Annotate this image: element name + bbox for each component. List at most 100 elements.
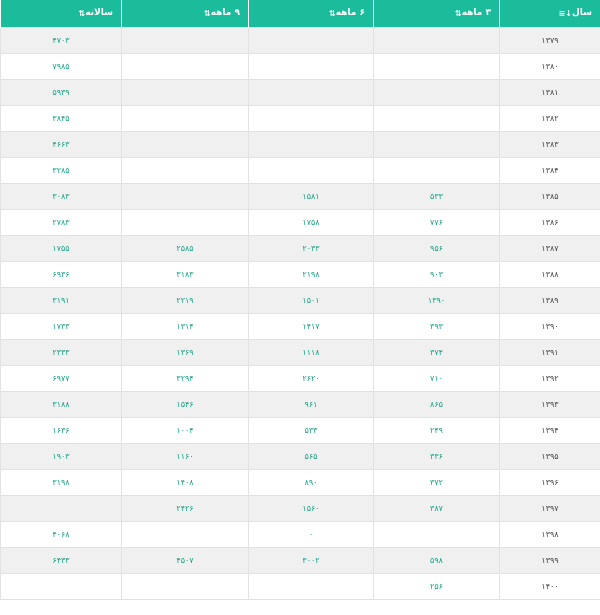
year-cell: ۱۳۹۸	[499, 520, 600, 548]
cell-3-month: ۱۳۹۰	[373, 286, 500, 314]
cell-3-month: ۵۳۳	[373, 182, 500, 210]
cell-annual: ۱۷۳۳	[0, 312, 122, 340]
cell-9-month	[121, 182, 249, 210]
cell-9-month: ۴۵۰۷	[121, 546, 249, 574]
year-cell: ۱۳۸۵	[499, 182, 600, 210]
cell-annual: ۳۲۸۵	[0, 156, 122, 184]
header-label: ۳ ماهه	[461, 8, 491, 18]
sort-icon[interactable]: ⇅	[329, 9, 336, 18]
cell-6-month: ۰	[248, 520, 374, 548]
year-cell: ۱۳۹۹	[499, 546, 600, 574]
header-year[interactable]: سال↓≡	[499, 0, 600, 27]
sort-icon[interactable]: ⇅	[204, 9, 211, 18]
table-row: ۱۳۸۷ ۹۵۶ ۲۰۳۳ ۲۵۸۵ ۱۷۵۵	[0, 234, 600, 262]
cell-annual: ۱۶۳۶	[0, 416, 122, 444]
cell-6-month	[248, 26, 374, 54]
header-label: سالانه	[85, 8, 113, 18]
table-body: ۱۳۷۹ ۴۷۰۳ ۱۳۸۰ ۷۹۸۵ ۱۳۸۱ ۵۹۳۹ ۱۳۸۲ ۳۸۴۵ ۱۳۸۳ ۴۶۶۳…	[0, 26, 600, 600]
cell-9-month: ۱۱۶۰	[121, 442, 249, 470]
cell-9-month	[121, 104, 249, 132]
cell-6-month	[248, 156, 374, 184]
cell-3-month	[373, 26, 500, 54]
header-annual[interactable]: سالانه⇅	[0, 0, 122, 27]
cell-3-month: ۳۹۳	[373, 312, 500, 340]
sort-icon[interactable]: ⇅	[455, 9, 462, 18]
cell-annual: ۱۹۰۳	[0, 442, 122, 470]
cell-annual: ۲۷۸۳	[0, 208, 122, 236]
cell-3-month: ۲۴۹	[373, 416, 500, 444]
cell-9-month: ۱۴۰۸	[121, 468, 249, 496]
header-label: ۶ ماهه	[335, 8, 365, 18]
header-label: سال	[571, 8, 592, 18]
year-cell: ۱۳۸۳	[499, 130, 600, 158]
cell-9-month: ۱۳۶۹	[121, 338, 249, 366]
cell-9-month: ۲۵۸۵	[121, 234, 249, 262]
table-row: ۱۳۸۰ ۷۹۸۵	[0, 52, 600, 80]
cell-6-month	[248, 78, 374, 106]
cell-annual: ۴۶۶۳	[0, 130, 122, 158]
year-cell: ۱۳۹۵	[499, 442, 600, 470]
year-cell: ۱۳۷۹	[499, 26, 600, 54]
cell-annual: ۳۰۸۳	[0, 182, 122, 210]
table-row: ۱۳۸۱ ۵۹۳۹	[0, 78, 600, 106]
cell-9-month: ۳۱۸۳	[121, 260, 249, 288]
cell-3-month: ۳۷۲	[373, 468, 500, 496]
year-cell: ۱۳۹۷	[499, 494, 600, 522]
cell-6-month: ۲۰۳۳	[248, 234, 374, 262]
cell-annual: ۶۹۷۷	[0, 364, 122, 392]
header-row: سال↓≡ ۳ ماهه⇅ ۶ ماهه⇅ ۹ ماهه⇅ سالانه⇅	[0, 0, 600, 27]
year-cell: ۱۳۸۰	[499, 52, 600, 80]
cell-6-month: ۱۵۸۱	[248, 182, 374, 210]
table-row: ۱۳۹۸ ۰ ۴۰۶۸	[0, 520, 600, 548]
header-9-month[interactable]: ۹ ماهه⇅	[121, 0, 249, 27]
cell-annual: ۲۳۳۳	[0, 338, 122, 366]
cell-6-month	[248, 104, 374, 132]
cell-9-month: ۲۴۲۶	[121, 494, 249, 522]
table-row: ۱۳۹۷ ۳۸۷ ۱۵۶۰ ۲۴۲۶	[0, 494, 600, 522]
header-3-month[interactable]: ۳ ماهه⇅	[373, 0, 500, 27]
header-6-month[interactable]: ۶ ماهه⇅	[248, 0, 374, 27]
cell-9-month	[121, 156, 249, 184]
cell-annual: ۳۸۴۵	[0, 104, 122, 132]
year-cell: ۱۳۸۸	[499, 260, 600, 288]
year-cell: ۱۳۸۴	[499, 156, 600, 184]
cell-6-month: ۱۱۱۸	[248, 338, 374, 366]
table-row: ۱۳۹۱ ۳۷۴ ۱۱۱۸ ۱۳۶۹ ۲۳۳۳	[0, 338, 600, 366]
table-row: ۱۳۹۰ ۳۹۳ ۱۴۱۷ ۱۳۱۴ ۱۷۳۳	[0, 312, 600, 340]
table-row: ۱۴۰۰ ۲۵۶	[0, 572, 600, 600]
cell-3-month	[373, 78, 500, 106]
cell-6-month: ۱۵۰۱	[248, 286, 374, 314]
cell-9-month	[121, 52, 249, 80]
cell-6-month	[248, 52, 374, 80]
cell-9-month: ۱۳۱۴	[121, 312, 249, 340]
cell-annual: ۳۱۹۸	[0, 468, 122, 496]
cell-6-month: ۱۷۵۸	[248, 208, 374, 236]
table-row: ۱۳۸۲ ۳۸۴۵	[0, 104, 600, 132]
table-row: ۱۳۸۳ ۴۶۶۳	[0, 130, 600, 158]
table-row: ۱۳۸۶ ۷۷۶ ۱۷۵۸ ۲۷۸۳	[0, 208, 600, 236]
cell-annual: ۶۹۳۶	[0, 260, 122, 288]
cell-3-month: ۳۷۴	[373, 338, 500, 366]
year-cell: ۱۳۸۹	[499, 286, 600, 314]
cell-9-month	[121, 208, 249, 236]
cell-annual: ۷۹۸۵	[0, 52, 122, 80]
cell-6-month	[248, 130, 374, 158]
cell-3-month: ۸۶۵	[373, 390, 500, 418]
sort-down-icon[interactable]: ↓≡	[559, 9, 572, 18]
cell-6-month	[248, 572, 374, 600]
table-row: ۱۳۹۹ ۵۹۸ ۳۰۰۲ ۴۵۰۷ ۶۴۳۳	[0, 546, 600, 574]
cell-6-month: ۵۶۵	[248, 442, 374, 470]
cell-9-month	[121, 130, 249, 158]
cell-6-month: ۲۶۲۰	[248, 364, 374, 392]
cell-annual: ۳۱۹۱	[0, 286, 122, 314]
table-row: ۱۳۸۸ ۹۰۳ ۲۱۹۸ ۳۱۸۳ ۶۹۳۶	[0, 260, 600, 288]
cell-6-month: ۵۳۳	[248, 416, 374, 444]
year-cell: ۱۳۹۲	[499, 364, 600, 392]
year-cell: ۱۳۹۳	[499, 390, 600, 418]
cell-6-month: ۳۰۰۲	[248, 546, 374, 574]
table-row: ۱۳۸۴ ۳۲۸۵	[0, 156, 600, 184]
cell-annual	[0, 494, 122, 522]
header-label: ۹ ماهه	[210, 8, 240, 18]
cell-3-month: ۹۰۳	[373, 260, 500, 288]
cell-3-month: ۳۳۶	[373, 442, 500, 470]
